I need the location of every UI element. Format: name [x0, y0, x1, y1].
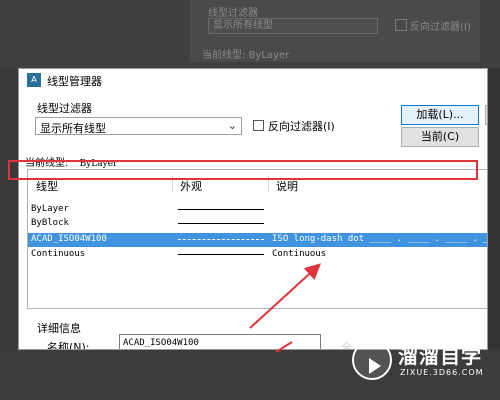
- bg-invert-label: 反向过滤器(I): [410, 22, 471, 33]
- name-label: 名称(N):: [47, 341, 90, 350]
- column-separator: [172, 176, 173, 192]
- table-row[interactable]: Continuous Continuous: [28, 248, 487, 262]
- current-linetype-value: ByLayer: [79, 159, 118, 169]
- bg-current-linetype: 当前线型: ByLayer: [202, 50, 290, 61]
- linetype-name: Continuous: [31, 249, 86, 259]
- linetype-sample: [178, 209, 264, 210]
- watermark-logo: 溜溜自学 ZIXUE.3D66.COM: [352, 336, 500, 388]
- load-button[interactable]: 加载(L)...: [401, 105, 479, 125]
- linetype-name: ACAD_ISO04W100: [31, 234, 107, 244]
- linetype-sample: [178, 254, 264, 255]
- current-button[interactable]: 当前(C): [401, 127, 479, 147]
- linetype-sample: [178, 223, 264, 224]
- invert-filter-label[interactable]: 反向过滤器(I): [268, 118, 335, 134]
- column-separator: [268, 176, 269, 192]
- linetype-description: ISO long-dash dot ____ . ____ . ____ . _: [272, 234, 488, 244]
- linetype-name: ByLayer: [31, 204, 69, 214]
- name-field[interactable]: ACAD_ISO04W100: [119, 334, 321, 349]
- background-edge: [488, 68, 500, 348]
- invert-filter-checkbox[interactable]: [253, 120, 264, 131]
- details-label: 详细信息: [37, 322, 81, 335]
- app-icon: A: [27, 73, 41, 87]
- delete-button[interactable]: [485, 105, 487, 125]
- background-dialog: 线型过滤器 显示所有线型 反向过滤器(I) 当前线型: ByLayer: [190, 0, 480, 62]
- linetype-name: ByBlock: [31, 218, 69, 228]
- table-row[interactable]: ByBlock: [28, 217, 487, 231]
- linetype-list[interactable]: 线型 外观 说明 ByLayer ByBlock ACAD_ISO04W100 …: [27, 169, 488, 309]
- play-logo-icon: [352, 340, 392, 380]
- table-row[interactable]: ByLayer: [28, 203, 487, 217]
- dialog-title: 线型管理器: [47, 75, 102, 88]
- current-linetype-label: 当前线型:: [25, 158, 69, 169]
- bg-filter-combo: 显示所有线型: [208, 18, 378, 34]
- filter-value: 显示所有线型: [40, 122, 106, 135]
- global-scale-label: 全: [341, 341, 352, 350]
- column-header-appearance[interactable]: 外观: [180, 178, 202, 194]
- current-linetype: 当前线型: ByLayer: [25, 154, 117, 169]
- watermark-site: ZIXUE.3D66.COM: [400, 368, 484, 377]
- column-header-linetype[interactable]: 线型: [36, 178, 58, 194]
- linetype-manager-dialog: A 线型管理器 线型过滤器 显示所有线型 ⌄ 反向过滤器(I) 加载(L)...…: [18, 68, 488, 350]
- column-header-description[interactable]: 说明: [276, 178, 298, 194]
- linetype-description: Continuous: [272, 249, 327, 259]
- bg-invert-checkbox: [395, 19, 407, 31]
- table-row-selected[interactable]: ACAD_ISO04W100 ISO long-dash dot ____ . …: [28, 233, 488, 247]
- linetype-sample: [178, 239, 264, 240]
- chevron-down-icon: ⌄: [227, 119, 237, 132]
- filter-label: 线型过滤器: [37, 102, 92, 115]
- bg-filter-label: 线型过滤器: [208, 8, 258, 19]
- linetype-filter-select[interactable]: 显示所有线型 ⌄: [35, 117, 242, 135]
- title-bar[interactable]: A 线型管理器: [19, 69, 487, 91]
- watermark-brand: 溜溜自学: [398, 344, 482, 368]
